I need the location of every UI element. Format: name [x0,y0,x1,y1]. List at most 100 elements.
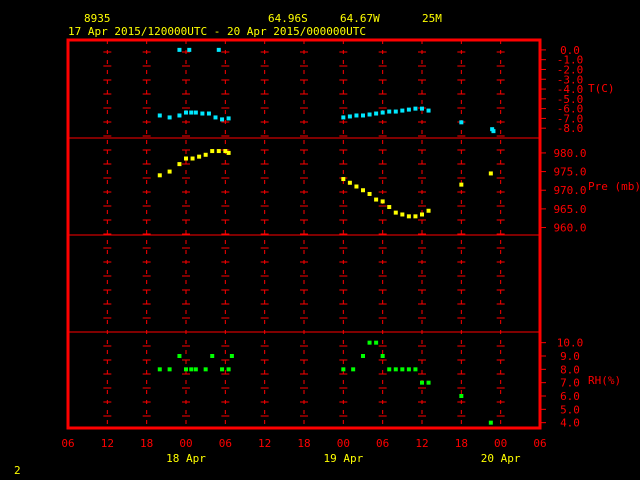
pressure-point [406,214,411,219]
x-tick-label: 06 [219,437,232,450]
humidity-point [387,367,392,372]
humidity-point [367,340,372,345]
humidity-y-tick-label: 4.0 [560,417,580,430]
x-tick-label: 06 [533,437,546,450]
temperature-point [426,108,431,113]
temperature-point [400,108,405,113]
elevation: 25M [422,12,442,25]
humidity-point [406,367,411,372]
pressure-point [167,169,172,174]
humidity-point [426,380,431,385]
longitude: 64.67W [340,12,380,25]
humidity-point [351,367,356,372]
temperature-point [177,113,182,118]
pressure-point [341,177,346,182]
temperature-point [491,129,496,134]
pressure-point [488,171,493,176]
humidity-point [459,394,464,398]
humidity-point [193,367,198,372]
temperature-point [354,113,359,118]
pressure-point [197,154,202,159]
pressure-y-tick-label: 970.0 [553,184,586,197]
pressure-point [157,173,162,178]
temperature-point [393,109,398,114]
x-tick-label: 00 [494,437,507,450]
x-tick-label: 12 [258,437,271,450]
humidity-point [210,354,215,358]
temperature-point [206,111,211,116]
pressure-y-tick-label: 960.0 [553,222,586,235]
temperature-point [374,111,379,116]
humidity-point [203,367,208,372]
x-tick-label: 18 [140,437,153,450]
pressure-point [210,149,215,154]
pressure-point [184,156,188,161]
humidity-point [420,380,424,385]
humidity-point [177,354,182,358]
period-label: 17 Apr 2015/120000UTC - 20 Apr 2015/0000… [68,25,366,38]
humidity-point [184,367,188,372]
humidity-point [374,340,379,345]
temperature-point [213,115,218,120]
temperature-point [187,47,192,52]
humidity-point [361,354,365,358]
x-date-label: 19 Apr [323,452,363,465]
pressure-point [216,149,221,154]
temperature-point [167,115,172,120]
pressure-point [413,214,418,219]
pressure-point [190,156,195,161]
pressure-point [374,197,379,202]
x-tick-label: 12 [101,437,114,450]
humidity-axis-label: RH(%) [588,374,621,387]
humidity-point [413,367,418,372]
humidity-point [341,367,346,372]
temperature-point [413,106,418,111]
temperature-point [387,109,392,114]
humidity-point [380,354,385,358]
pressure-point [361,188,365,193]
pressure-y-tick-label: 965.0 [553,203,586,216]
humidity-y-tick-label: 10.0 [557,337,584,350]
pressure-point [367,191,372,196]
humidity-point [393,367,398,372]
x-tick-label: 00 [337,437,350,450]
points-layer [157,47,496,425]
humidity-point [157,367,162,372]
pressure-y-tick-label: 980.0 [553,147,586,160]
temperature-point [189,110,194,115]
pressure-point [354,184,359,189]
pressure-point [387,205,392,210]
pressure-axis-label: Pre (mb) [588,180,640,193]
humidity-y-tick-label: 6.0 [560,390,580,403]
x-tick-label: 18 [455,437,468,450]
temperature-point [220,117,225,122]
humidity-point [226,367,231,372]
humidity-y-tick-label: 9.0 [560,350,580,363]
humidity-point [189,367,194,372]
x-tick-label: 00 [179,437,192,450]
meteogram-chart: 8935 64.96S 64.67W 25M 17 Apr 2015/12000… [14,12,640,477]
temperature-point [216,47,221,52]
temperature-point [341,115,346,120]
humidity-point [220,367,225,372]
x-tick-label: 18 [297,437,310,450]
temperature-point [347,114,352,119]
temperature-point [459,120,464,125]
pressure-point [420,212,424,217]
temperature-point [380,110,385,115]
temperature-point [361,113,365,118]
temperature-point [420,106,424,111]
humidity-point [167,367,172,372]
temperature-point [406,107,411,112]
humidity-point [400,367,405,372]
temperature-point [226,116,231,121]
x-date-label: 20 Apr [481,452,521,465]
temperature-y-tick-label: -8.0 [557,122,584,135]
humidity-y-tick-label: 8.0 [560,363,580,376]
pressure-point [380,199,385,204]
x-date-label: 18 Apr [166,452,206,465]
pressure-point [203,152,208,157]
x-tick-label: 12 [415,437,428,450]
temperature-point [184,110,188,115]
pressure-point [177,162,182,167]
